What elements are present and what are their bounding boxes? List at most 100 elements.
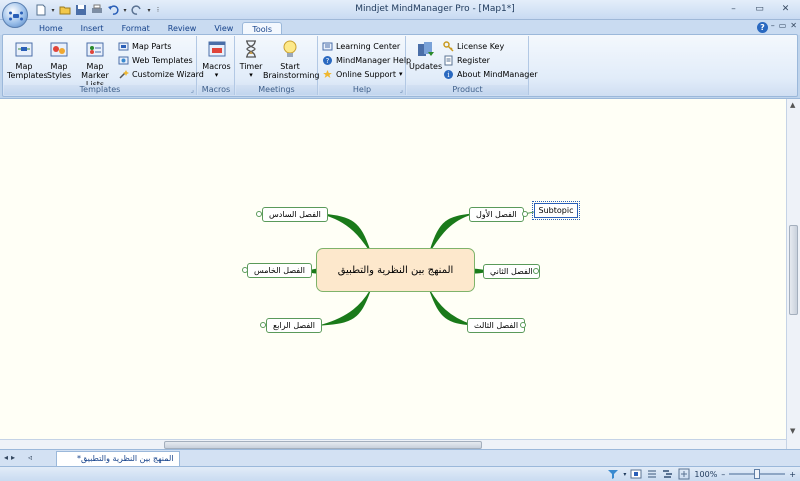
product-group: Updates License Key Register i About Min… (407, 36, 538, 95)
map-styles-icon (50, 42, 68, 57)
ribbon-tab-row: Home Insert Format Review View Tools ? –… (0, 20, 800, 35)
prev-doc-icon[interactable]: ◂ (4, 453, 8, 462)
map-marker-lists-icon (86, 42, 104, 57)
learning-center-icon (322, 42, 333, 50)
fit-map-icon[interactable] (678, 468, 690, 480)
title-bar: ▾ ▾ ▾ ⁝ Mindjet MindManager Pro - [Map1*… (0, 0, 800, 20)
scroll-down-icon[interactable]: ▼ (790, 427, 795, 435)
map-parts-button[interactable]: Map Parts (118, 40, 171, 52)
view-normal-icon[interactable] (630, 468, 642, 480)
close-button[interactable]: ✕ (773, 1, 798, 16)
map-templates-button[interactable]: Map Templates (7, 38, 48, 80)
macros-group: Macros ▾ Macros (198, 36, 235, 95)
ribbon: Map Templates Map Styles Map Marker List… (2, 34, 798, 97)
updates-icon (418, 42, 434, 56)
vertical-scrollbar[interactable]: ▲ ▼ (786, 99, 800, 450)
doc-list-icon[interactable]: ◃ (28, 453, 32, 462)
expand-handle[interactable] (522, 211, 528, 217)
topic-ch5[interactable]: الفصل الخامس (247, 263, 312, 278)
learning-center-button[interactable]: Learning Center (322, 40, 400, 52)
help-group: Learning Center ? MindManager Help Onlin… (319, 36, 411, 95)
window-title: Mindjet MindManager Pro - [Map1*] (355, 4, 515, 14)
topic-ch6[interactable]: الفصل السادس (262, 207, 328, 222)
product-group-label: Product (407, 85, 528, 95)
lightbulb-icon (283, 40, 297, 57)
svg-text:?: ? (326, 57, 330, 65)
wizard-wand-icon (119, 69, 129, 79)
expand-handle[interactable] (533, 268, 539, 274)
topic-ch1[interactable]: الفصل الأول (469, 207, 524, 222)
topic-ch2[interactable]: الفصل الثاني (483, 264, 540, 279)
help-circle-icon: ? (323, 55, 332, 65)
view-outline-icon[interactable] (646, 468, 658, 480)
next-doc-icon[interactable]: ▸ (11, 453, 15, 462)
topic-ch4[interactable]: الفصل الرابع (266, 318, 323, 333)
macros-button[interactable]: Macros ▾ (200, 38, 233, 80)
maximize-button[interactable]: ▭ (747, 1, 772, 16)
help-icon[interactable]: ? (757, 22, 768, 33)
macros-group-label: Macros (198, 85, 234, 95)
app-menu-button[interactable] (2, 2, 28, 28)
license-key-button[interactable]: License Key (443, 40, 504, 52)
expand-handle[interactable] (260, 322, 266, 328)
vertical-scroll-thumb[interactable] (789, 225, 798, 315)
expand-handle[interactable] (242, 267, 248, 273)
customize-wizard-button[interactable]: Customize Wizard (118, 68, 204, 80)
zoom-slider-knob[interactable] (754, 469, 761, 479)
updates-button[interactable]: Updates (409, 38, 442, 71)
central-topic[interactable]: المنهج بين النظرية والتطبيق (316, 248, 475, 292)
status-bar: ▾ 100% – + (0, 466, 800, 481)
online-support-icon (323, 69, 332, 78)
dialog-launcher-icon[interactable]: ⌟ (191, 86, 194, 94)
map-templates-icon (15, 42, 33, 57)
expand-handle[interactable] (256, 211, 262, 217)
zoom-in-button[interactable]: + (789, 470, 796, 479)
about-mindmanager-button[interactable]: i About MindManager (443, 68, 538, 80)
templates-group-label: Templates (4, 85, 196, 95)
start-brainstorming-button[interactable]: Start Brainstorming (263, 38, 319, 80)
doc-restore-button[interactable]: ▭ (779, 21, 787, 30)
zoom-out-button[interactable]: – (721, 470, 725, 479)
document-tab-navigation: ◂ ▸ ◃ (4, 453, 32, 462)
filter-icon[interactable] (607, 468, 619, 480)
mindmanager-help-button[interactable]: ? MindManager Help (322, 54, 411, 66)
document-tab-bar: ◂ ▸ ◃ المنهج بين النظرية والتطبيق* (0, 449, 800, 466)
info-icon: i (444, 69, 453, 79)
dropdown-icon[interactable]: ▾ (623, 471, 626, 478)
web-templates-button[interactable]: Web Templates (118, 54, 193, 66)
macros-icon (208, 41, 225, 57)
map-parts-icon (118, 42, 129, 50)
dialog-launcher-icon[interactable]: ⌟ (400, 86, 403, 94)
meetings-group-label: Meetings (236, 85, 317, 95)
branch-ch3 (429, 290, 473, 326)
online-support-button[interactable]: Online Support ▾ (322, 68, 403, 80)
key-icon (443, 40, 454, 52)
help-group-label: Help (319, 85, 405, 95)
register-icon (444, 55, 453, 65)
zoom-slider[interactable] (729, 468, 786, 480)
register-button[interactable]: Register (443, 54, 490, 66)
templates-group: Map Templates Map Styles Map Marker List… (4, 36, 204, 95)
topic-ch3[interactable]: الفصل الثالث (467, 318, 526, 333)
hourglass-icon (246, 40, 256, 58)
mindmanager-logo-icon (9, 11, 23, 21)
web-templates-icon (118, 56, 129, 64)
map-styles-button[interactable]: Map Styles (44, 38, 74, 80)
map-canvas[interactable]: المنهج بين النظرية والتطبيق الفصل الأول … (0, 98, 800, 450)
window-controls: – ▭ ✕ (721, 1, 798, 16)
horizontal-scroll-thumb[interactable] (164, 441, 482, 449)
doc-close-button[interactable]: ✕ (790, 21, 797, 30)
scroll-up-icon[interactable]: ▲ (790, 101, 795, 109)
meetings-group: Timer ▾ Start Brainstorming Meetings (236, 36, 319, 95)
document-tab[interactable]: المنهج بين النظرية والتطبيق* (56, 451, 181, 466)
view-gantt-icon[interactable] (662, 468, 674, 480)
doc-minimize-button[interactable]: – (771, 21, 775, 30)
expand-handle[interactable] (520, 322, 526, 328)
minimize-button[interactable]: – (721, 1, 746, 16)
subtopic-editing[interactable]: Subtopic (532, 201, 580, 220)
zoom-level: 100% (694, 469, 718, 479)
document-window-controls: – ▭ ✕ (771, 21, 797, 30)
map-marker-lists-button[interactable]: Map Marker Lists (75, 38, 115, 89)
timer-button[interactable]: Timer ▾ (238, 38, 264, 80)
branch-ch1 (429, 213, 473, 252)
